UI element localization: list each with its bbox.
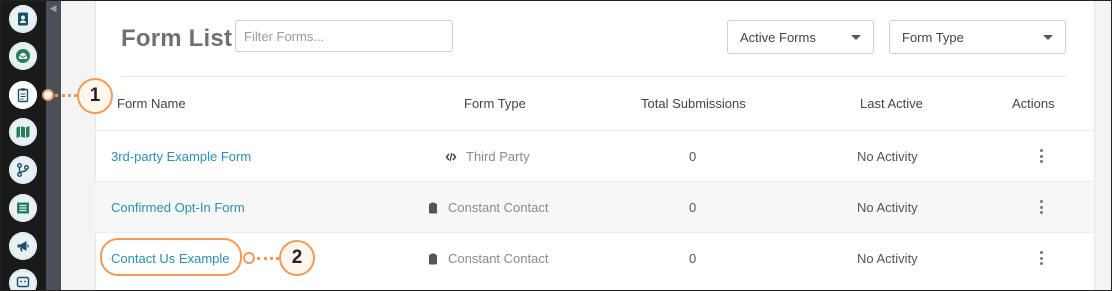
collapse-arrow-icon[interactable]: ◀	[48, 3, 58, 13]
form-name-link[interactable]: Confirmed Opt-In Form	[111, 200, 245, 215]
callout-2-highlight	[100, 238, 242, 276]
form-type-select[interactable]: Form Type	[889, 20, 1066, 54]
sidebar-contacts-button[interactable]	[9, 5, 37, 33]
header-divider	[121, 76, 1066, 77]
code-icon	[445, 152, 457, 161]
callout-2-connector	[257, 257, 279, 260]
last-active-value: No Activity	[857, 200, 918, 215]
form-type-label: Constant Contact	[448, 251, 549, 266]
clipboard-icon	[17, 88, 29, 103]
form-type-label: Constant Contact	[448, 200, 549, 215]
contacts-icon	[18, 12, 28, 26]
sidebar-workflow-button[interactable]	[9, 156, 37, 184]
form-type-cell: Constant Contact	[427, 200, 548, 215]
callout-2-anchor	[243, 252, 255, 264]
callout-1-connector	[55, 94, 77, 97]
list-icon	[17, 202, 29, 214]
callout-1-anchor	[42, 89, 54, 101]
form-type-cell: Third Party	[445, 149, 530, 164]
column-header-form-type: Form Type	[464, 96, 526, 111]
callout-badge-2: 2	[279, 240, 315, 276]
column-header-total-submissions: Total Submissions	[641, 96, 746, 111]
sidebar-rail	[1, 1, 46, 290]
chevron-down-icon	[851, 34, 861, 40]
megaphone-icon	[17, 241, 29, 252]
filter-forms-input[interactable]	[235, 20, 453, 52]
sidebar-forms-button[interactable]	[9, 81, 37, 109]
submissions-count: 0	[689, 251, 697, 266]
form-status-select-value: Active Forms	[740, 29, 816, 45]
column-header-last-active: Last Active	[860, 96, 923, 111]
form-name-link[interactable]: 3rd-party Example Form	[111, 149, 251, 164]
sidebar-campaigns-button[interactable]	[9, 232, 37, 260]
form-type-label: Third Party	[466, 149, 530, 164]
form-status-select[interactable]: Active Forms	[727, 20, 874, 54]
submissions-count: 0	[689, 149, 697, 164]
page-title: Form List	[121, 25, 233, 52]
sidebar-lists-button[interactable]	[9, 194, 37, 222]
last-active-value: No Activity	[857, 149, 918, 164]
form-type-select-value: Form Type	[902, 29, 964, 45]
submissions-count: 0	[689, 200, 697, 215]
workflow-icon	[17, 163, 29, 177]
sidebar-feedback-button[interactable]	[9, 269, 37, 290]
sidebar-collapse-strip[interactable]: ◀	[46, 1, 61, 290]
sidebar-map-button[interactable]	[9, 118, 37, 146]
clipboard-icon	[429, 253, 437, 264]
clipboard-icon	[429, 202, 437, 213]
callout-badge-1: 1	[77, 78, 113, 114]
row-actions-kebab-icon[interactable]	[1036, 148, 1046, 164]
column-header-form-name: Form Name	[117, 96, 186, 111]
row-actions-kebab-icon[interactable]	[1036, 250, 1046, 266]
sidebar-inbox-button[interactable]	[9, 42, 37, 70]
app-window: ◀ Form List Active Forms Form Type Form …	[0, 0, 1112, 291]
column-header-actions: Actions	[1012, 96, 1055, 111]
inbox-icon	[16, 49, 30, 63]
feedback-icon	[16, 276, 30, 288]
last-active-value: No Activity	[857, 251, 918, 266]
map-icon	[16, 126, 30, 138]
chevron-down-icon	[1043, 34, 1053, 40]
form-type-cell: Constant Contact	[427, 251, 548, 266]
table-row: 3rd-party Example Form Third Party 0 No …	[95, 130, 1093, 182]
row-actions-kebab-icon[interactable]	[1036, 199, 1046, 215]
table-row: Confirmed Opt-In Form Constant Contact 0…	[95, 181, 1093, 233]
